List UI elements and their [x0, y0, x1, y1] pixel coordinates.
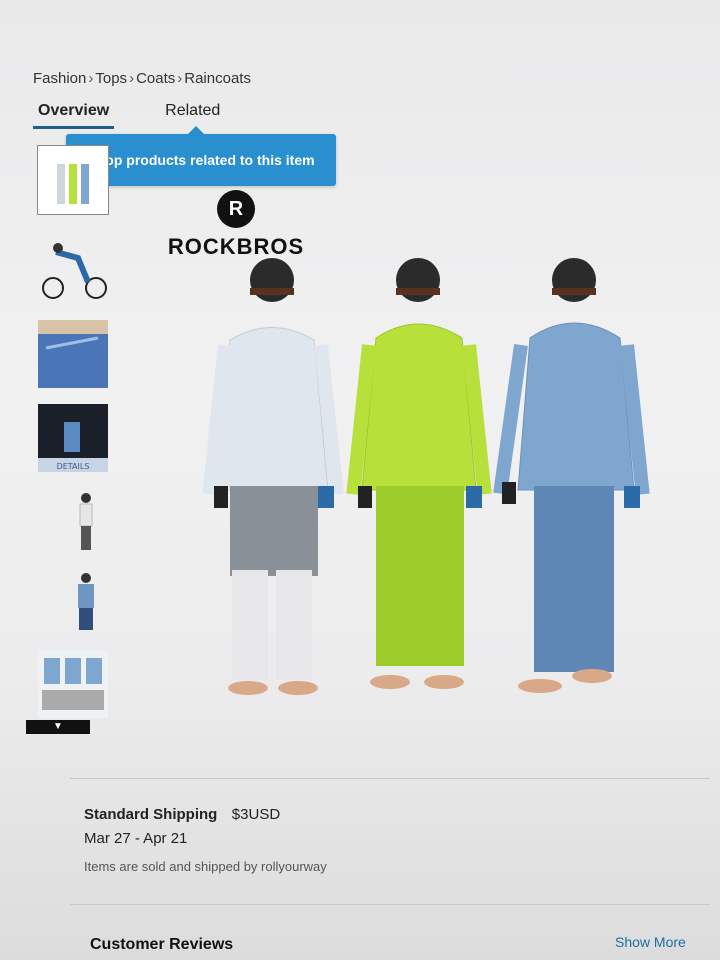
thumbnail-caption: DETAILS [57, 462, 90, 471]
thumbnail-3[interactable] [38, 320, 108, 388]
thumbnail-4[interactable]: DETAILS [38, 404, 108, 472]
model-lime-jacket [346, 258, 492, 689]
seller-note: Items are sold and shipped by rollyourwa… [84, 859, 327, 874]
reviews-heading: Customer Reviews [90, 936, 234, 953]
cyclist-thumbnail-image [42, 243, 107, 299]
divider [70, 904, 710, 905]
shipping-title: Standard Shipping [84, 806, 218, 823]
tab-related[interactable]: Related [160, 102, 225, 129]
shipping-price: $3USD [231, 806, 281, 823]
breadcrumb: Fashion › Tops › Coats › Raincoats [33, 70, 251, 87]
tab-overview[interactable]: Overview [33, 102, 115, 129]
details-thumbnail-image: DETAILS [38, 404, 108, 472]
thumbnail-6[interactable] [38, 568, 108, 636]
product-main-image[interactable] [200, 250, 670, 710]
tab-bar: Overview Related [33, 102, 225, 129]
breadcrumb-fashion[interactable]: Fashion [33, 70, 86, 87]
shipping-dates: Mar 27 - Apr 21 [84, 830, 188, 847]
thumbnail-7[interactable] [38, 650, 108, 718]
show-more-link[interactable]: Show More [615, 934, 686, 950]
color-variants-image [42, 658, 104, 710]
divider [70, 778, 710, 779]
fabric-detail-image [38, 320, 108, 388]
shipping-info: Standard Shipping $3USD Mar 27 - Apr 21 … [84, 806, 327, 874]
chevron-right-icon: › [88, 70, 94, 87]
breadcrumb-raincoats[interactable]: Raincoats [184, 70, 251, 87]
breadcrumb-coats[interactable]: Coats [136, 70, 175, 87]
thumbnail-5[interactable] [38, 488, 108, 556]
thumbnail-1[interactable] [37, 145, 109, 215]
chevron-right-icon: › [177, 70, 183, 87]
model-blue-jacket [493, 258, 650, 693]
chevron-down-icon[interactable]: ▼ [26, 720, 90, 734]
chevron-right-icon: › [129, 70, 135, 87]
model-white-jacket [202, 258, 344, 695]
product-thumbnail-image [57, 164, 89, 204]
model-thumbnail-image [79, 493, 93, 550]
model-thumbnail-image [78, 573, 94, 630]
thumbnail-2[interactable] [38, 232, 108, 300]
breadcrumb-tops[interactable]: Tops [95, 70, 127, 87]
logo-badge: R [217, 190, 255, 228]
